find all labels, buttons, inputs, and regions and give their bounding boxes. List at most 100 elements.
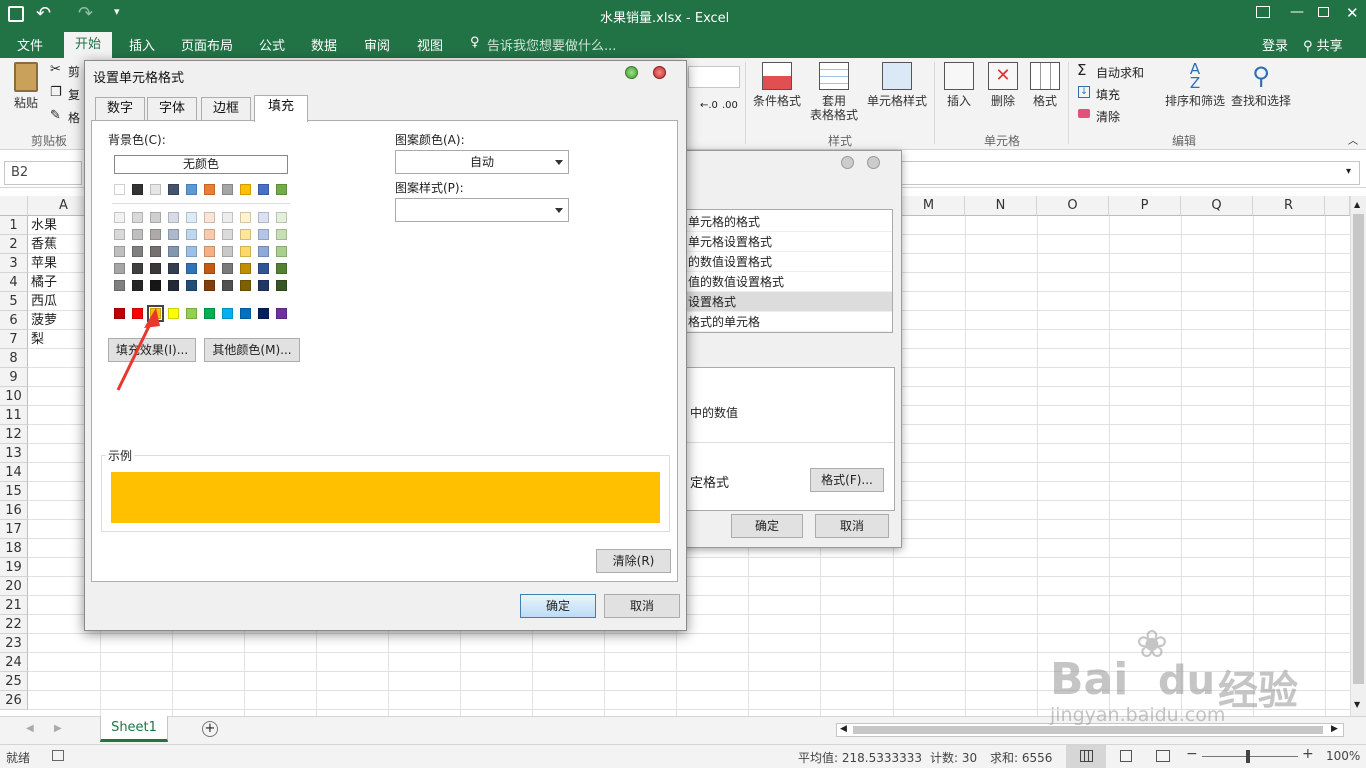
theme-shade-swatch[interactable] — [114, 280, 125, 291]
theme-shade-swatch[interactable] — [222, 229, 233, 240]
dialog-close-icon[interactable] — [653, 66, 666, 79]
pattern-color-select[interactable]: 自动 — [395, 150, 569, 174]
theme-color-swatch[interactable] — [186, 184, 197, 195]
formula-expand-icon[interactable]: ▾ — [1346, 166, 1351, 177]
tab-font[interactable]: 字体 — [147, 97, 197, 121]
theme-shade-swatch[interactable] — [132, 280, 143, 291]
rule-type-list[interactable]: 单元格的格式 单元格设置格式 的数值设置格式 值的数值设置格式 设置格式 格式的单元格 — [677, 209, 893, 333]
back-ok-button[interactable]: 确定 — [731, 514, 803, 538]
theme-shade-swatch[interactable] — [258, 246, 269, 257]
scissors-icon[interactable]: ✂ — [50, 62, 61, 77]
theme-shade-swatch[interactable] — [150, 263, 161, 274]
next-sheet-icon[interactable]: ▶ — [54, 723, 62, 734]
no-color-button[interactable]: 无颜色 — [114, 155, 288, 174]
standard-color-swatch[interactable] — [276, 308, 287, 319]
vertical-scrollbar[interactable]: ▲ ▼ — [1350, 196, 1366, 716]
theme-shade-swatch[interactable] — [186, 229, 197, 240]
theme-shade-swatch[interactable] — [168, 212, 179, 223]
theme-shade-swatch[interactable] — [222, 263, 233, 274]
standard-color-swatch[interactable] — [204, 308, 215, 319]
fill-icon[interactable]: ↓ — [1078, 86, 1090, 98]
row-header[interactable]: 17 — [0, 520, 28, 539]
theme-shade-swatch[interactable] — [186, 246, 197, 257]
paste-button[interactable]: 粘贴 — [8, 62, 44, 110]
row-header[interactable]: 25 — [0, 672, 28, 691]
theme-shade-swatch[interactable] — [132, 246, 143, 257]
theme-shade-swatch[interactable] — [150, 212, 161, 223]
conditional-formatting-button[interactable]: 条件格式 — [748, 62, 806, 108]
row-header[interactable]: 20 — [0, 577, 28, 596]
row-header[interactable]: 5 — [0, 292, 28, 311]
standard-color-swatch[interactable] — [186, 308, 197, 319]
theme-shade-swatch[interactable] — [150, 229, 161, 240]
row-header[interactable]: 19 — [0, 558, 28, 577]
tab-data[interactable]: 数据 — [311, 35, 337, 54]
zoom-out-icon[interactable]: − — [1186, 746, 1198, 762]
ribbon-display-icon[interactable] — [1256, 6, 1270, 18]
theme-shade-swatch[interactable] — [168, 229, 179, 240]
find-select-button[interactable]: ⚲ 查找和选择 — [1230, 62, 1292, 108]
name-box[interactable]: B2 — [4, 161, 82, 185]
row-header[interactable]: 11 — [0, 406, 28, 425]
rule-type-item[interactable]: 设置格式 — [678, 292, 892, 312]
zoom-slider[interactable] — [1202, 756, 1298, 757]
hscroll-thumb[interactable] — [853, 726, 1323, 734]
tab-review[interactable]: 审阅 — [364, 35, 390, 54]
theme-shade-swatch[interactable] — [258, 280, 269, 291]
zoom-slider-thumb[interactable] — [1246, 750, 1250, 763]
theme-shade-swatch[interactable] — [204, 246, 215, 257]
theme-shade-swatch[interactable] — [150, 280, 161, 291]
row-header[interactable]: 9 — [0, 368, 28, 387]
rule-type-item[interactable]: 格式的单元格 — [678, 312, 892, 332]
rule-type-item[interactable]: 的数值设置格式 — [678, 252, 892, 272]
cancel-button[interactable]: 取消 — [604, 594, 680, 618]
theme-shade-swatch[interactable] — [150, 246, 161, 257]
rule-type-item[interactable]: 单元格设置格式 — [678, 232, 892, 252]
row-header[interactable]: 7 — [0, 330, 28, 349]
save-icon[interactable] — [8, 6, 24, 22]
page-break-view-icon[interactable] — [1156, 750, 1170, 762]
theme-shade-swatch[interactable] — [132, 212, 143, 223]
pattern-style-select[interactable] — [395, 198, 569, 222]
theme-color-swatch[interactable] — [204, 184, 215, 195]
theme-shade-swatch[interactable] — [114, 263, 125, 274]
column-header-p[interactable]: P — [1109, 196, 1181, 216]
theme-shade-swatch[interactable] — [258, 212, 269, 223]
theme-shade-swatch[interactable] — [114, 246, 125, 257]
theme-color-swatch[interactable] — [150, 184, 161, 195]
hscroll-left-icon[interactable]: ◀ — [840, 724, 847, 734]
theme-shade-swatch[interactable] — [276, 263, 287, 274]
theme-shade-swatch[interactable] — [222, 212, 233, 223]
tab-page-layout[interactable]: 页面布局 — [181, 35, 233, 54]
theme-shade-swatch[interactable] — [258, 229, 269, 240]
theme-shade-swatch[interactable] — [240, 246, 251, 257]
row-header[interactable]: 26 — [0, 691, 28, 710]
format-painter-icon[interactable]: ✎ — [50, 108, 61, 123]
row-header[interactable]: 2 — [0, 235, 28, 254]
scroll-up-icon[interactable]: ▲ — [1354, 200, 1360, 209]
column-header-q[interactable]: Q — [1181, 196, 1253, 216]
theme-shade-swatch[interactable] — [276, 212, 287, 223]
add-sheet-icon[interactable]: + — [202, 721, 218, 737]
row-header[interactable]: 1 — [0, 216, 28, 235]
number-format-combo[interactable] — [688, 66, 740, 88]
theme-shade-swatch[interactable] — [132, 229, 143, 240]
row-header[interactable]: 10 — [0, 387, 28, 406]
autosum-label[interactable]: 自动求和 — [1096, 64, 1144, 81]
cut-label[interactable]: 剪 — [68, 63, 80, 80]
hscroll-right-icon[interactable]: ▶ — [1331, 724, 1338, 734]
theme-color-swatch[interactable] — [168, 184, 179, 195]
column-header-n[interactable]: N — [965, 196, 1037, 216]
back-cancel-button[interactable]: 取消 — [815, 514, 889, 538]
theme-shade-swatch[interactable] — [276, 229, 287, 240]
back-dialog-close-icon[interactable] — [867, 156, 880, 169]
select-all-corner[interactable] — [0, 196, 28, 216]
theme-shade-swatch[interactable] — [186, 212, 197, 223]
standard-color-swatch[interactable] — [222, 308, 233, 319]
theme-shade-swatch[interactable] — [240, 263, 251, 274]
theme-color-swatch[interactable] — [258, 184, 269, 195]
column-header-partial[interactable] — [1325, 196, 1350, 216]
column-header-o[interactable]: O — [1037, 196, 1109, 216]
close-icon[interactable]: ✕ — [1346, 4, 1359, 22]
theme-shade-swatch[interactable] — [168, 246, 179, 257]
